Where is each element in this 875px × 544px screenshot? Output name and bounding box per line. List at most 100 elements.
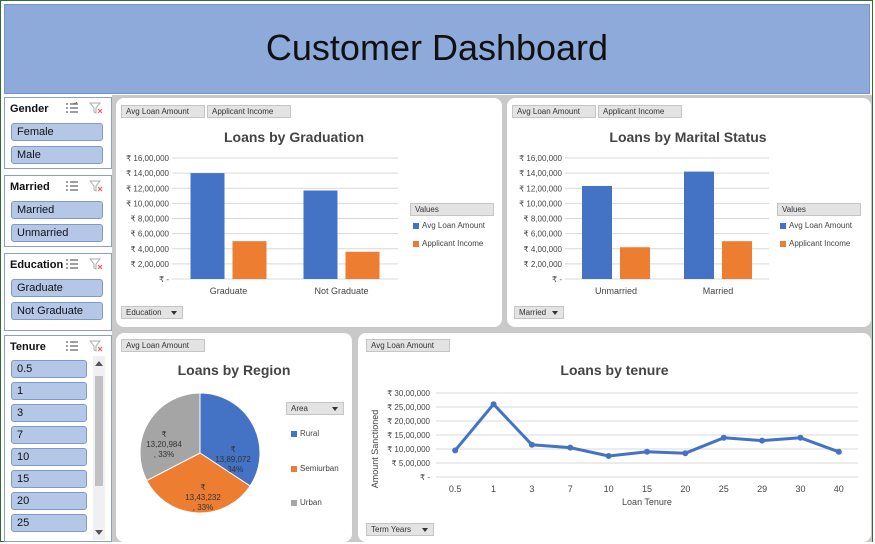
- slicer-header: Education: [10, 259, 64, 271]
- data-point: [797, 434, 804, 441]
- field-button[interactable]: Avg Loan Amount: [121, 339, 205, 352]
- x-tick-label: Unmarried: [595, 286, 637, 296]
- term-years-filter-dropdown[interactable]: Term Years: [366, 523, 434, 536]
- field-button[interactable]: Avg Loan Amount: [366, 339, 450, 352]
- slicer-item-tenure[interactable]: 1: [11, 382, 87, 400]
- bar: [722, 241, 752, 279]
- legend-swatch: [413, 222, 419, 229]
- chart-title: Loans by Region: [177, 362, 291, 378]
- data-point: [567, 444, 574, 451]
- chart-title: Loans by Graduation: [223, 129, 364, 145]
- y-tick-label: ₹ 14,00,000: [126, 169, 169, 178]
- multi-select-icon[interactable]: [65, 340, 79, 352]
- bar: [232, 241, 267, 279]
- married-filter-dropdown[interactable]: Married: [514, 306, 564, 319]
- legend-label: Applicant Income: [789, 239, 851, 248]
- multi-select-icon[interactable]: [65, 180, 79, 192]
- legend-title: Values: [410, 203, 494, 216]
- bar: [303, 190, 338, 279]
- title-banner: Customer Dashboard: [4, 4, 870, 94]
- y-tick-label: ₹ 12,00,000: [126, 184, 169, 193]
- bar: [190, 173, 225, 279]
- legend-swatch: [780, 222, 786, 229]
- slicer-item-married[interactable]: Married: [11, 201, 103, 219]
- line-chart-tenure: ₹ - ₹ 5,00,000 ₹ 10,00,000 ₹ 15,00,000 ₹ 20,…: [370, 389, 858, 507]
- x-axis-title: Loan Tenure: [622, 497, 672, 507]
- series-line: [454, 402, 840, 458]
- x-tick-label: 3: [529, 484, 534, 494]
- slicer-gender: Gender Female Male: [4, 97, 112, 169]
- field-button[interactable]: Avg Loan Amount: [121, 105, 205, 118]
- data-point: [490, 401, 497, 408]
- clear-filter-icon[interactable]: [89, 180, 103, 192]
- y-tick-label: ₹ -: [159, 275, 169, 284]
- y-tick-label: ₹ 2,00,000: [524, 260, 563, 269]
- slicer-header: Tenure: [10, 341, 46, 353]
- x-tick-label: 20: [680, 484, 690, 494]
- data-point: [682, 450, 689, 457]
- data-point: [759, 437, 766, 444]
- y-tick-label: ₹ 15,00,000: [387, 431, 430, 440]
- slicer-item-tenure[interactable]: 20: [11, 492, 87, 510]
- y-tick-label: ₹ 16,00,000: [126, 154, 169, 163]
- y-tick-label: ₹ 20,00,000: [387, 417, 430, 426]
- bar: [345, 251, 380, 279]
- slicer-header: Gender: [10, 103, 49, 115]
- y-tick-label: ₹ 8,00,000: [131, 215, 170, 224]
- slicer-item-graduate[interactable]: Graduate: [11, 279, 103, 297]
- slicer-item-not-graduate[interactable]: Not Graduate: [11, 302, 103, 320]
- slicer-item-male[interactable]: Male: [11, 146, 103, 164]
- clear-filter-icon[interactable]: [89, 258, 103, 270]
- scroll-down-icon[interactable]: [95, 530, 103, 535]
- slicer-item-tenure[interactable]: 7: [11, 426, 87, 444]
- slicer-married: Married Married Unmarried: [4, 175, 112, 247]
- slicer-item-tenure[interactable]: 10: [11, 448, 87, 466]
- field-button[interactable]: Applicant Income: [207, 105, 291, 118]
- field-button[interactable]: Applicant Income: [598, 105, 682, 118]
- y-tick-label: ₹ 4,00,000: [524, 245, 563, 254]
- y-tick-label: ₹ 6,00,000: [524, 230, 563, 239]
- multi-select-icon[interactable]: [65, 258, 79, 270]
- slicer-header: Married: [10, 181, 50, 193]
- x-tick-label: 7: [568, 484, 573, 494]
- y-tick-label: ₹ 6,00,000: [131, 230, 170, 239]
- y-axis-title: Amount Sanctioned: [370, 410, 380, 489]
- x-tick-label: Graduate: [210, 286, 248, 296]
- clear-filter-icon[interactable]: [89, 102, 103, 114]
- y-tick-label: ₹ -: [420, 473, 430, 482]
- slicer-item-tenure[interactable]: 25: [11, 514, 87, 532]
- bar: [582, 185, 612, 279]
- x-tick-label: 15: [642, 484, 652, 494]
- y-tick-label: ₹ 25,00,000: [387, 403, 430, 412]
- slicer-item-tenure[interactable]: 0.5: [11, 360, 87, 378]
- data-point: [528, 441, 535, 448]
- scroll-up-icon[interactable]: [95, 361, 103, 366]
- slicer-scrollbar[interactable]: [93, 356, 105, 540]
- legend-item: Rural: [291, 429, 319, 438]
- chart-card-region: Avg Loan Amount Loans by Region ₹13,89,0…: [116, 333, 352, 542]
- legend-item: Semiurban: [291, 464, 339, 473]
- chart-card-graduation: Avg Loan Amount Applicant Income Loans b…: [116, 98, 502, 327]
- x-tick-label: 25: [719, 484, 729, 494]
- multi-select-icon[interactable]: [65, 102, 79, 114]
- data-point: [605, 453, 612, 459]
- scrollbar-thumb[interactable]: [95, 376, 103, 486]
- field-button[interactable]: Avg Loan Amount: [512, 105, 596, 118]
- area-filter-dropdown[interactable]: Area: [286, 402, 344, 415]
- legend-swatch: [780, 240, 786, 247]
- slicer-item-female[interactable]: Female: [11, 123, 103, 141]
- x-tick-label: 30: [795, 484, 805, 494]
- x-tick-label: 40: [834, 484, 844, 494]
- legend-swatch: [291, 430, 297, 437]
- chart-title: Loans by tenure: [560, 362, 669, 378]
- legend-item: Avg Loan Amount: [780, 221, 852, 230]
- education-filter-dropdown[interactable]: Education: [121, 306, 183, 319]
- slicer-item-tenure[interactable]: 3: [11, 404, 87, 422]
- y-tick-label: ₹ 30,00,000: [387, 389, 430, 398]
- clear-filter-icon[interactable]: [89, 340, 103, 352]
- slicer-item-unmarried[interactable]: Unmarried: [11, 224, 103, 242]
- slicer-tenure: Tenure 0.5 1 3 7 10 15 20 25: [4, 335, 112, 542]
- slicer-item-tenure[interactable]: 15: [11, 470, 87, 488]
- legend-swatch: [291, 465, 297, 472]
- legend-label: Semiurban: [300, 464, 339, 473]
